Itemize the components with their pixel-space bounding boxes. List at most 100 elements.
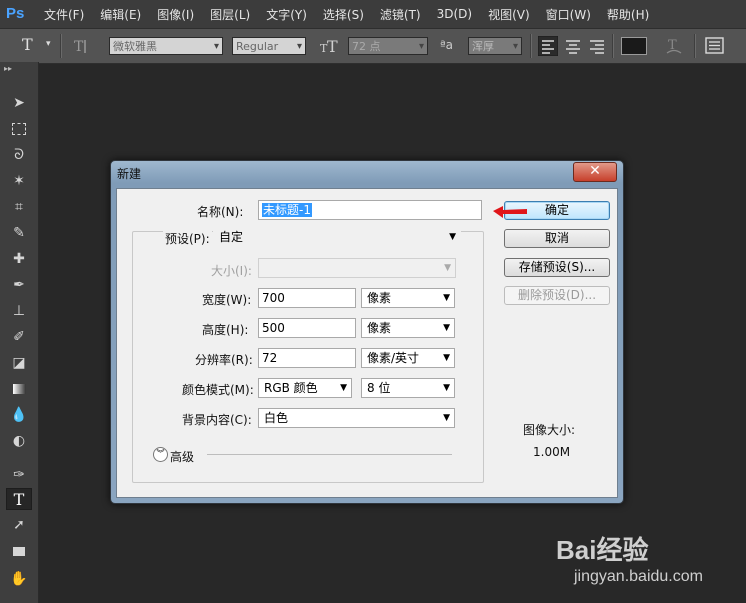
resolution-label: 分辨率(R):	[195, 353, 253, 367]
lasso-tool-icon[interactable]: ᘐ	[6, 144, 32, 166]
photoshop-logo: Ps	[6, 5, 25, 22]
pen-tool-icon[interactable]: ✑	[6, 464, 32, 486]
height-input[interactable]: 500	[258, 318, 356, 338]
new-document-dialog: 新建 ✕ 名称(N): 未标题-1 预设(P): 自定 ▼ 大小(I): ▼ 宽…	[110, 160, 624, 504]
svg-text:T: T	[74, 39, 84, 55]
chevron-down-icon: ▼	[443, 383, 450, 393]
menu-select[interactable]: 选择(S)	[323, 6, 364, 23]
separator	[612, 34, 614, 58]
dialog-title: 新建	[117, 167, 142, 181]
size-label: 大小(I):	[211, 264, 252, 278]
color-mode-label: 颜色模式(M):	[182, 383, 254, 397]
height-unit-value: 像素	[367, 321, 392, 335]
menu-layer[interactable]: 图层(L)	[210, 6, 250, 23]
menu-type[interactable]: 文字(Y)	[266, 6, 307, 23]
antialias-icon: ªa	[440, 38, 454, 52]
preset-value: 自定	[219, 230, 244, 244]
menu-image[interactable]: 图像(I)	[157, 6, 194, 23]
magic-wand-tool-icon[interactable]: ✶	[6, 170, 32, 192]
collapse-panel-icon[interactable]: ▸▸	[4, 64, 12, 73]
watermark-url: jingyan.baidu.com	[574, 568, 703, 585]
separator	[530, 34, 532, 58]
font-size-select[interactable]: 72 点	[348, 37, 428, 56]
move-tool-icon[interactable]: ➤	[6, 92, 32, 114]
eraser-tool-icon[interactable]: ◪	[6, 352, 32, 374]
text-color-swatch[interactable]	[621, 37, 647, 55]
path-selection-tool-icon[interactable]: ➚	[6, 514, 32, 536]
background-contents-select[interactable]: 白色 ▼	[258, 408, 455, 428]
height-label: 高度(H):	[202, 323, 249, 337]
tools-panel: ▸▸ ➤ ᘐ ✶ ⌗ ✎ ✚ ✒ ⊥ ✐ ◪ 💧 ◐ ✑ T ➚ ✋	[0, 62, 39, 603]
dodge-tool-icon[interactable]: ◐	[6, 430, 32, 452]
annotation-arrow-icon	[493, 206, 527, 218]
image-size-label: 图像大小:	[523, 423, 576, 437]
advanced-divider	[207, 454, 452, 455]
hand-tool-icon[interactable]: ✋	[6, 568, 32, 590]
character-panel-icon[interactable]	[705, 37, 725, 55]
menu-3d[interactable]: 3D(D)	[437, 7, 472, 21]
height-unit-select[interactable]: 像素 ▼	[361, 318, 455, 338]
menu-view[interactable]: 视图(V)	[488, 6, 530, 23]
separator	[694, 34, 696, 58]
chevron-down-icon: ▼	[443, 293, 450, 303]
separator	[60, 34, 62, 58]
color-mode-value: RGB 颜色	[264, 381, 318, 395]
advanced-expand-icon[interactable]: ︾	[153, 447, 168, 462]
width-unit-value: 像素	[367, 291, 392, 305]
image-size-value: 1.00M	[533, 445, 571, 459]
background-label: 背景内容(C):	[182, 413, 252, 427]
marquee-tool-icon[interactable]	[6, 118, 32, 140]
dialog-body: 名称(N): 未标题-1 预设(P): 自定 ▼ 大小(I): ▼ 宽度(W):…	[116, 188, 618, 498]
text-orientation-icon[interactable]: T	[72, 37, 90, 55]
advanced-label[interactable]: 高级	[170, 448, 194, 465]
gradient-tool-icon[interactable]	[6, 378, 32, 400]
menu-window[interactable]: 窗口(W)	[546, 6, 591, 23]
size-select: ▼	[258, 258, 456, 278]
type-tool-button[interactable]: T	[6, 488, 32, 510]
save-preset-button[interactable]: 存储预设(S)...	[504, 258, 610, 277]
font-style-select[interactable]: Regular	[232, 37, 306, 56]
menu-bar: Ps 文件(F) 编辑(E) 图像(I) 图层(L) 文字(Y) 选择(S) 滤…	[0, 0, 746, 28]
menu-edit[interactable]: 编辑(E)	[100, 6, 141, 23]
chevron-down-icon: ▼	[444, 263, 451, 273]
menu-help[interactable]: 帮助(H)	[607, 6, 649, 23]
bit-depth-select[interactable]: 8 位 ▼	[361, 378, 455, 398]
cancel-button[interactable]: 取消	[504, 229, 610, 248]
width-label: 宽度(W):	[202, 293, 252, 307]
type-tool-icon[interactable]: T	[22, 35, 33, 54]
align-right-icon[interactable]	[587, 36, 607, 56]
width-unit-select[interactable]: 像素 ▼	[361, 288, 455, 308]
tool-preset-dropdown-icon[interactable]: ▾	[46, 39, 51, 49]
menu-file[interactable]: 文件(F)	[44, 6, 84, 23]
chevron-down-icon: ▼	[443, 323, 450, 333]
name-input[interactable]: 未标题-1	[258, 200, 482, 220]
rectangle-tool-icon[interactable]	[6, 540, 32, 562]
brush-tool-icon[interactable]: ✒	[6, 274, 32, 296]
align-left-icon[interactable]	[538, 36, 558, 56]
preset-label: 预设(P):	[163, 230, 212, 247]
align-center-icon[interactable]	[563, 36, 583, 56]
delete-preset-button: 删除预设(D)...	[504, 286, 610, 305]
warp-text-icon[interactable]: T	[664, 36, 684, 56]
options-bar: T ▾ T 微软雅黑 Regular T T 72 点 ªa 浑厚 T	[0, 28, 746, 64]
preset-select[interactable]: 自定 ▼	[213, 227, 461, 247]
menu-filter[interactable]: 滤镜(T)	[380, 6, 421, 23]
background-value: 白色	[264, 411, 289, 425]
chevron-down-icon: ▼	[340, 383, 347, 393]
font-family-select[interactable]: 微软雅黑	[109, 37, 223, 56]
close-button[interactable]: ✕	[573, 162, 617, 182]
clone-stamp-tool-icon[interactable]: ⊥	[6, 300, 32, 322]
name-value: 未标题-1	[262, 203, 312, 217]
history-brush-tool-icon[interactable]: ✐	[6, 326, 32, 348]
resolution-unit-select[interactable]: 像素/英寸 ▼	[361, 348, 455, 368]
eyedropper-tool-icon[interactable]: ✎	[6, 222, 32, 244]
font-size-icon: T T	[320, 37, 338, 55]
antialias-select[interactable]: 浑厚	[468, 37, 522, 56]
blur-tool-icon[interactable]: 💧	[6, 404, 32, 426]
crop-tool-icon[interactable]: ⌗	[6, 196, 32, 218]
name-label: 名称(N):	[197, 205, 244, 219]
color-mode-select[interactable]: RGB 颜色 ▼	[258, 378, 352, 398]
healing-brush-tool-icon[interactable]: ✚	[6, 248, 32, 270]
width-input[interactable]: 700	[258, 288, 356, 308]
resolution-input[interactable]: 72	[258, 348, 356, 368]
